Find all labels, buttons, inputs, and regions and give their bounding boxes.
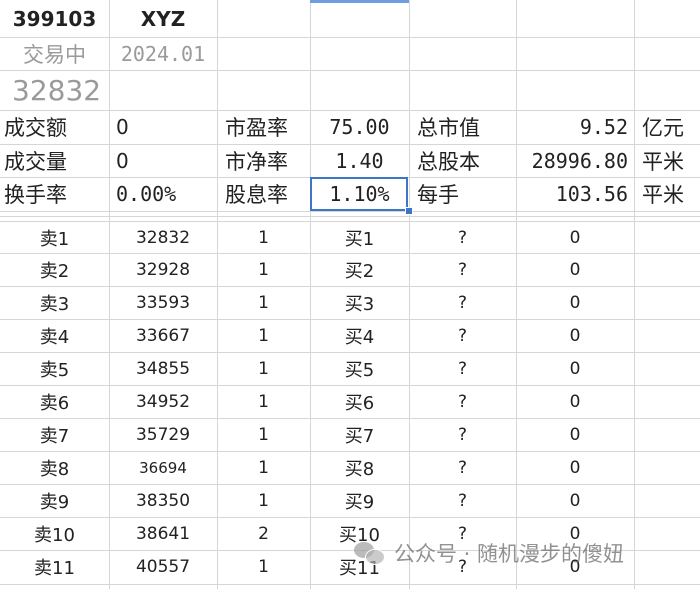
buy-qty-cell[interactable]: 0 (516, 418, 634, 451)
stat-value-market-cap[interactable]: 9.52 (516, 110, 634, 144)
sell-qty-cell[interactable]: 2 (217, 517, 310, 550)
sell-qty-cell[interactable]: 1 (217, 385, 310, 418)
sell-qty-cell[interactable]: 1 (217, 550, 310, 583)
sell-level-cell[interactable]: 卖10 (0, 517, 109, 550)
stat-unit-market-cap[interactable]: 亿元 (638, 110, 700, 144)
sell-qty-cell[interactable]: 1 (217, 319, 310, 352)
trading-status-cell[interactable]: 交易中 (0, 37, 109, 70)
stock-code-cell[interactable]: 399103 (0, 0, 109, 37)
sell-price-cell[interactable]: 32832 (109, 221, 217, 254)
buy-qty-cell[interactable]: 0 (516, 253, 634, 286)
stat-label-turnover[interactable]: 成交额 (0, 110, 109, 144)
sell-level-cell[interactable]: 卖6 (0, 385, 109, 418)
buy-price-cell[interactable]: ? (409, 451, 516, 484)
sell-level-cell[interactable]: 卖5 (0, 352, 109, 385)
stat-label-pe[interactable]: 市盈率 (221, 110, 310, 144)
sell-price-cell[interactable]: 38641 (109, 517, 217, 550)
current-price-cell[interactable]: 32832 (8, 70, 208, 110)
sell-level-cell[interactable]: 卖8 (0, 451, 109, 484)
stat-label-turnover-rate[interactable]: 换手率 (0, 177, 109, 211)
sell-price-cell[interactable]: 34952 (109, 385, 217, 418)
sell-price-cell[interactable]: 38350 (109, 484, 217, 517)
stock-name-cell[interactable]: XYZ (109, 0, 217, 37)
buy-qty-cell[interactable]: 0 (516, 221, 634, 254)
sell-price-cell[interactable]: 34855 (109, 352, 217, 385)
sell-level-cell[interactable]: 卖9 (0, 484, 109, 517)
sell-price-cell[interactable]: 32928 (109, 253, 217, 286)
buy-qty-cell[interactable]: 0 (516, 286, 634, 319)
sell-qty-cell[interactable]: 1 (217, 253, 310, 286)
buy-price-cell[interactable]: ? (409, 319, 516, 352)
sell-level-cell[interactable]: 卖11 (0, 550, 109, 583)
stat-value-volume[interactable]: 0 (112, 144, 217, 177)
buy-qty-cell[interactable]: 0 (516, 385, 634, 418)
stat-value-total-shares[interactable]: 28996.80 (516, 144, 634, 177)
column-selection-indicator (310, 0, 409, 3)
stat-label-pb[interactable]: 市净率 (221, 144, 310, 177)
stat-value-per-lot[interactable]: 103.56 (516, 177, 634, 211)
fill-handle[interactable] (405, 207, 413, 215)
sell-qty-cell[interactable]: 1 (217, 286, 310, 319)
buy-qty-cell[interactable]: 0 (516, 319, 634, 352)
buy-level-cell[interactable]: 买4 (310, 319, 409, 352)
stat-label-dividend-yield[interactable]: 股息率 (221, 177, 310, 211)
buy-price-cell[interactable]: ? (409, 352, 516, 385)
buy-level-cell[interactable]: 买5 (310, 352, 409, 385)
buy-level-cell[interactable]: 买7 (310, 418, 409, 451)
sell-level-cell[interactable]: 卖7 (0, 418, 109, 451)
stat-unit-total-shares[interactable]: 平米 (638, 144, 700, 177)
date-cell[interactable]: 2024.01 (109, 37, 217, 70)
buy-qty-cell[interactable]: 0 (516, 352, 634, 385)
sell-qty-cell[interactable]: 1 (217, 352, 310, 385)
watermark: 公众号 · 随机漫步的傻妞 (352, 537, 624, 569)
sell-level-cell[interactable]: 卖3 (0, 286, 109, 319)
stat-label-volume[interactable]: 成交量 (0, 144, 109, 177)
buy-level-cell[interactable]: 买2 (310, 253, 409, 286)
stat-value-turnover[interactable]: 0 (112, 110, 217, 144)
buy-level-cell[interactable]: 买6 (310, 385, 409, 418)
buy-price-cell[interactable]: ? (409, 221, 516, 254)
sell-level-cell[interactable]: 卖2 (0, 253, 109, 286)
buy-qty-cell[interactable]: 0 (516, 484, 634, 517)
stat-value-turnover-rate[interactable]: 0.00% (112, 177, 217, 211)
sell-level-cell[interactable]: 卖1 (0, 221, 109, 254)
buy-price-cell[interactable]: ? (409, 418, 516, 451)
stat-value-pb[interactable]: 1.40 (310, 144, 409, 177)
buy-level-cell[interactable]: 买1 (310, 221, 409, 254)
sell-price-cell[interactable]: 36694 (109, 451, 217, 484)
stat-unit-per-lot[interactable]: 平米 (638, 177, 700, 211)
stat-label-total-shares[interactable]: 总股本 (413, 144, 516, 177)
stat-label-per-lot[interactable]: 每手 (413, 177, 516, 211)
buy-price-cell[interactable]: ? (409, 484, 516, 517)
sell-price-cell[interactable]: 33593 (109, 286, 217, 319)
buy-qty-cell[interactable]: 0 (516, 451, 634, 484)
buy-level-cell[interactable]: 买9 (310, 484, 409, 517)
stat-label-market-cap[interactable]: 总市值 (413, 110, 516, 144)
selected-cell-outline (310, 177, 408, 211)
watermark-text: 公众号 · 随机漫步的傻妞 (394, 542, 625, 566)
sell-qty-cell[interactable]: 1 (217, 451, 310, 484)
buy-price-cell[interactable]: ? (409, 286, 516, 319)
sell-qty-cell[interactable]: 1 (217, 484, 310, 517)
sell-price-cell[interactable]: 35729 (109, 418, 217, 451)
buy-level-cell[interactable]: 买8 (310, 451, 409, 484)
sell-qty-cell[interactable]: 1 (217, 418, 310, 451)
sell-level-cell[interactable]: 卖4 (0, 319, 109, 352)
buy-level-cell[interactable]: 买3 (310, 286, 409, 319)
stat-value-pe[interactable]: 75.00 (310, 110, 409, 144)
sell-qty-cell[interactable]: 1 (217, 221, 310, 254)
wechat-icon (352, 540, 386, 566)
sell-price-cell[interactable]: 33667 (109, 319, 217, 352)
sell-price-cell[interactable]: 40557 (109, 550, 217, 583)
buy-price-cell[interactable]: ? (409, 385, 516, 418)
buy-price-cell[interactable]: ? (409, 253, 516, 286)
